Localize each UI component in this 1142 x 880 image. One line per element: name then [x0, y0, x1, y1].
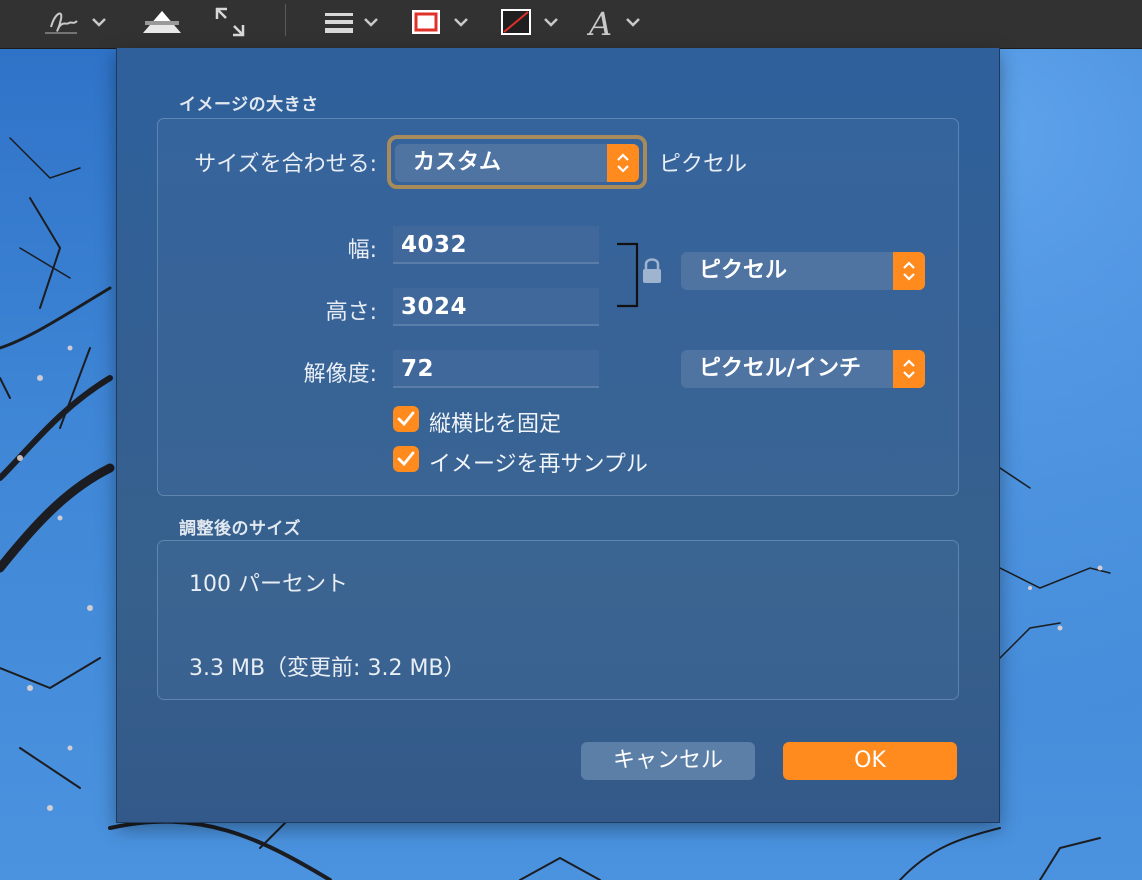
- toolbar-divider: [285, 4, 286, 36]
- text-style-button[interactable]: A: [586, 0, 646, 44]
- signature-button[interactable]: [36, 0, 110, 44]
- up-down-arrows-icon: [903, 359, 915, 379]
- fit-into-label: サイズを合わせる:: [194, 152, 377, 177]
- resolution-unit-popup[interactable]: ピクセル/インチ: [681, 350, 925, 388]
- checkmark-icon: [397, 451, 415, 467]
- resolution-label: 解像度:: [303, 362, 377, 387]
- resulting-percent: 100 パーセント: [189, 572, 348, 597]
- adjust-size-icon: [215, 7, 245, 37]
- fit-into-value: カスタム: [413, 150, 502, 175]
- width-label: 幅:: [347, 238, 377, 263]
- line-style-button[interactable]: [320, 0, 382, 44]
- ok-button[interactable]: OK: [783, 742, 957, 780]
- resulting-size-section-title: 調整後のサイズ: [179, 519, 301, 539]
- size-unit-stepper: [893, 252, 925, 290]
- border-color-icon: [412, 10, 468, 34]
- resolution-unit-value: ピクセル/インチ: [699, 356, 862, 381]
- height-label: 高さ:: [325, 300, 377, 325]
- resolution-field[interactable]: 72: [393, 350, 599, 388]
- resample-image-checkbox[interactable]: [393, 446, 419, 472]
- fill-color-icon: [501, 9, 558, 35]
- markup-toolbar: A: [0, 0, 1142, 49]
- adjust-size-button[interactable]: [210, 0, 250, 44]
- adjust-size-sheet: イメージの大きさ サイズを合わせる: カスタム ピクセル 幅: 4032 高さ:…: [116, 48, 1000, 823]
- text-style-icon: A: [587, 5, 640, 39]
- resample-image-label[interactable]: イメージを再サンプル: [429, 446, 648, 478]
- scale-proportionally-checkbox[interactable]: [393, 406, 419, 432]
- fill-color-button[interactable]: [498, 0, 562, 44]
- svg-text:A: A: [587, 5, 612, 39]
- fit-into-stepper: [607, 144, 639, 182]
- size-unit-value: ピクセル: [699, 258, 788, 283]
- adjust-color-button[interactable]: [140, 0, 184, 44]
- signature-icon: [45, 12, 106, 34]
- border-color-button[interactable]: [408, 0, 472, 44]
- size-unit-popup[interactable]: ピクセル: [681, 252, 925, 290]
- cancel-button[interactable]: キャンセル: [581, 742, 755, 780]
- image-size-section-title: イメージの大きさ: [179, 95, 319, 115]
- line-style-icon: [325, 13, 378, 33]
- lock-button[interactable]: [641, 256, 663, 290]
- scale-proportionally-label[interactable]: 縦横比を固定: [429, 406, 561, 438]
- fit-into-popup[interactable]: カスタム: [395, 144, 639, 182]
- resulting-file-size: 3.3 MB（変更前: 3.2 MB）: [189, 656, 466, 681]
- lock-icon: [643, 258, 661, 283]
- height-field[interactable]: 3024: [393, 288, 599, 326]
- width-field[interactable]: 4032: [393, 226, 599, 264]
- adjust-color-icon: [143, 11, 181, 33]
- fit-into-unit-label: ピクセル: [659, 152, 748, 177]
- resolution-unit-stepper: [893, 350, 925, 388]
- up-down-arrows-icon: [617, 153, 629, 173]
- checkmark-icon: [397, 411, 415, 427]
- up-down-arrows-icon: [903, 261, 915, 281]
